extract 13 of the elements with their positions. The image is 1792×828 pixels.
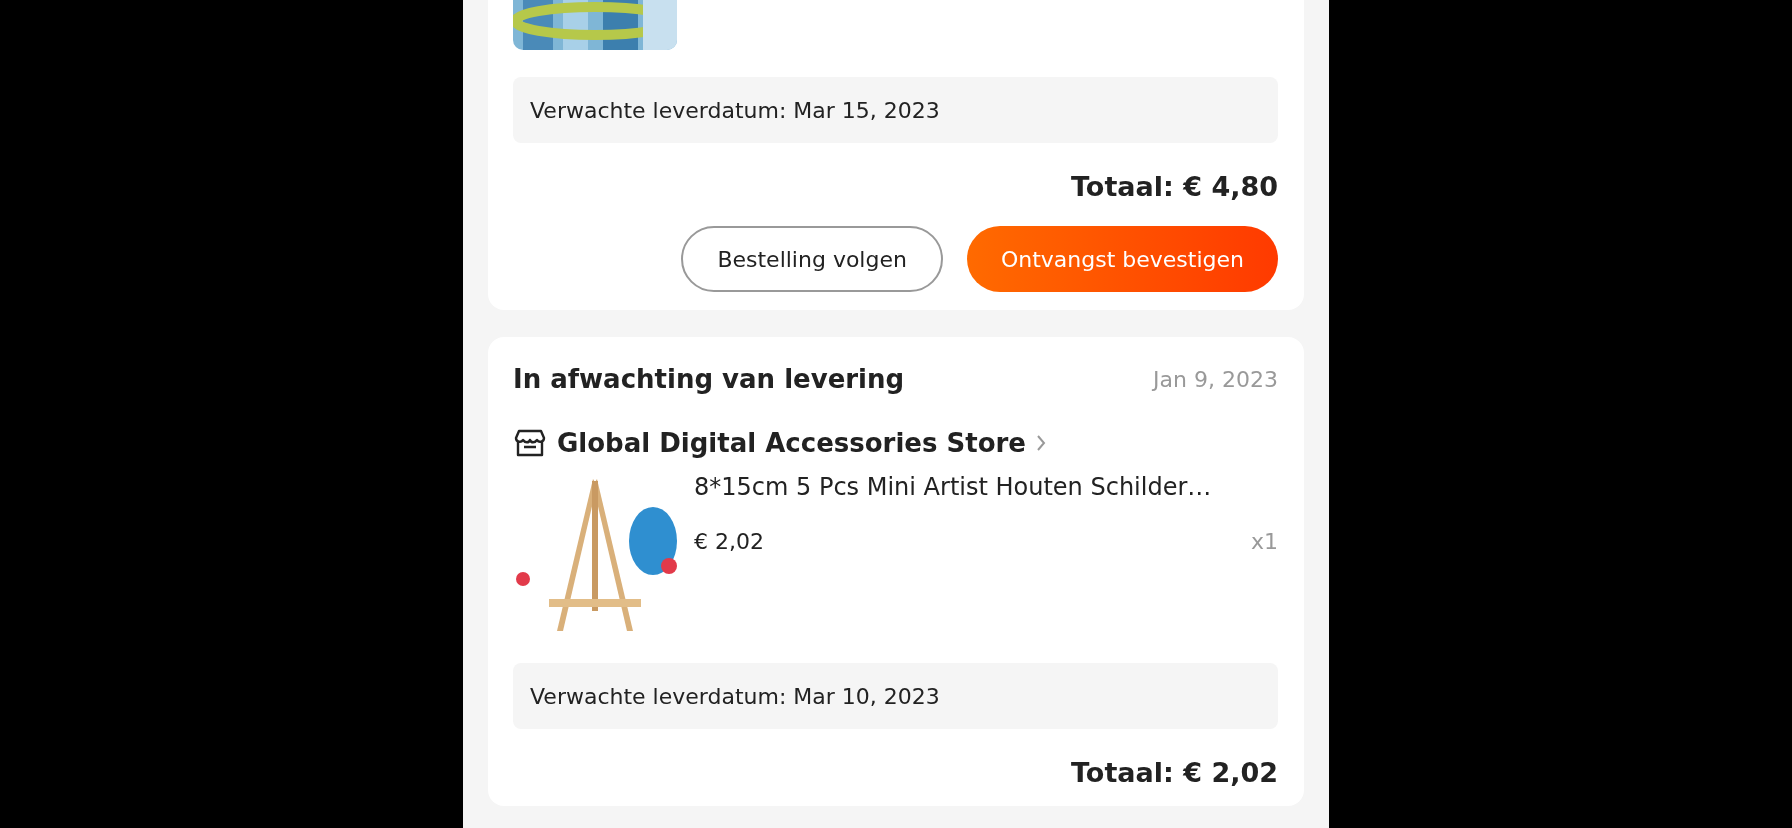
order-total: Totaal: € 2,02	[1071, 757, 1278, 788]
store-link[interactable]: Global Digital Accessories Store	[557, 428, 1026, 458]
product-title[interactable]: 8*15cm 5 Pcs Mini Artist Houten Schilder…	[694, 473, 1278, 501]
track-order-button[interactable]: Bestelling volgen	[681, 226, 943, 292]
delivery-date-banner: Verwachte leverdatum: Mar 15, 2023	[513, 77, 1278, 143]
store-icon	[513, 428, 547, 458]
delivery-date-banner: Verwachte leverdatum: Mar 10, 2023	[513, 663, 1278, 729]
product-price: € 2,02	[694, 529, 764, 554]
chevron-right-icon	[1035, 434, 1046, 452]
order-total: Totaal: € 4,80	[1071, 171, 1278, 202]
order-date: Jan 9, 2023	[1153, 366, 1278, 392]
product-quantity: x1	[1250, 529, 1278, 554]
order-status: In afwachting van levering	[513, 364, 905, 394]
